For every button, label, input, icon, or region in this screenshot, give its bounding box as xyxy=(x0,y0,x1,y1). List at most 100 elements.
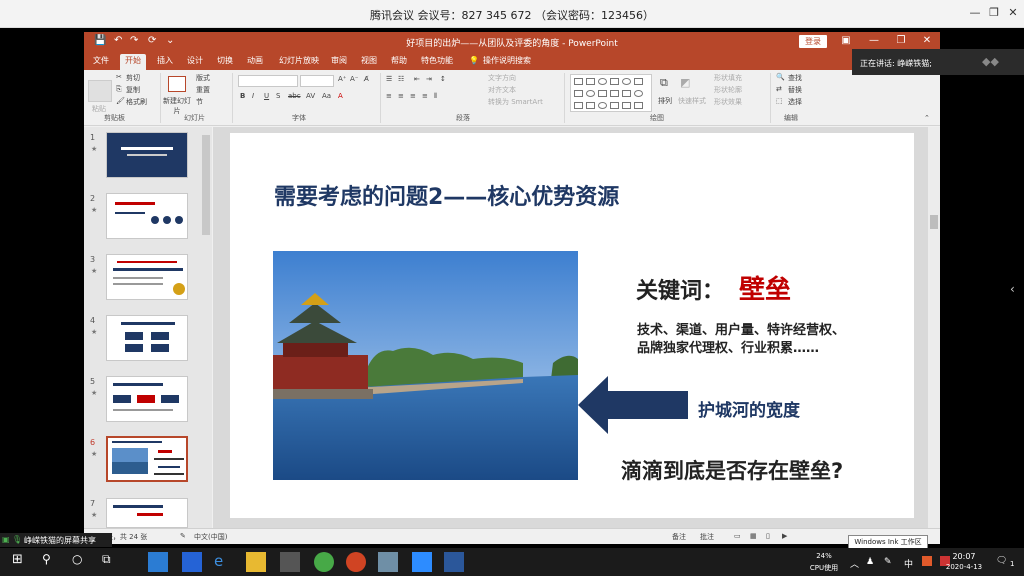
calculator-icon[interactable] xyxy=(280,552,300,572)
ime-indicator[interactable]: 中 xyxy=(904,557,913,570)
thumbnail-scrollbar[interactable] xyxy=(202,135,210,235)
tell-me-search[interactable]: 操作说明搜索 xyxy=(478,54,536,70)
current-slide[interactable]: 需要考虑的问题2——核心优势资源 关键词： 壁垒 技术、渠道、用户量、特许经营权… xyxy=(230,133,914,518)
font-name-combo[interactable] xyxy=(238,75,298,87)
cut-button[interactable]: 剪切 xyxy=(126,73,140,83)
cortana-icon[interactable]: ○ xyxy=(72,552,92,572)
powerpoint-taskbar-icon[interactable] xyxy=(346,552,366,572)
notification-icon[interactable]: 🗨 xyxy=(996,556,1007,566)
decrease-indent-icon[interactable]: ⇤ xyxy=(414,75,420,83)
section-button[interactable]: 节 xyxy=(196,97,203,107)
tab-insert[interactable]: 插入 xyxy=(152,54,178,70)
meeting-minimize-button[interactable]: — xyxy=(968,6,982,19)
copy-button[interactable]: 复制 xyxy=(126,85,140,95)
replace-icon[interactable]: ⇄ xyxy=(776,85,782,93)
justify-icon[interactable]: ≡ xyxy=(422,92,428,100)
reset-button[interactable]: 重置 xyxy=(196,85,210,95)
select-icon[interactable]: ⬚ xyxy=(776,97,783,105)
arrange-icon[interactable]: ⧉ xyxy=(660,76,668,90)
file-explorer-icon[interactable] xyxy=(246,552,266,572)
new-slide-icon[interactable] xyxy=(168,76,186,92)
tab-transitions[interactable]: 切换 xyxy=(212,54,238,70)
align-left-icon[interactable]: ≡ xyxy=(386,92,392,100)
shadow-icon[interactable]: S xyxy=(276,92,280,100)
comments-button[interactable]: 批注 xyxy=(700,532,714,542)
slide-thumbnail-4[interactable] xyxy=(106,315,188,361)
tab-home[interactable]: 开始 xyxy=(120,54,146,70)
tab-review[interactable]: 审阅 xyxy=(326,54,352,70)
copy-icon[interactable]: ⎘ xyxy=(116,85,122,94)
edge-browser-icon[interactable]: e xyxy=(214,552,234,572)
bold-icon[interactable]: B xyxy=(240,92,245,100)
cut-icon[interactable]: ✂ xyxy=(116,73,122,81)
editor-scrollbar[interactable] xyxy=(928,127,940,528)
office-app-icon[interactable] xyxy=(148,552,168,572)
format-painter-button[interactable]: 格式刷 xyxy=(126,97,147,107)
shape-effects-button[interactable]: 形状效果 xyxy=(714,97,742,107)
tab-view[interactable]: 视图 xyxy=(356,54,382,70)
slide-thumbnail-6-selected[interactable] xyxy=(106,436,188,482)
ppt-close-button[interactable]: ✕ xyxy=(920,35,934,46)
chevron-up-icon[interactable]: ︿ xyxy=(850,557,859,570)
spellcheck-icon[interactable]: ✎ xyxy=(180,532,186,540)
language-indicator[interactable]: 中文(中国) xyxy=(194,532,227,542)
paste-icon[interactable] xyxy=(88,80,112,102)
login-button[interactable]: 登录 xyxy=(799,35,827,48)
shape-fill-button[interactable]: 形状填充 xyxy=(714,73,742,83)
browser-360-icon[interactable] xyxy=(314,552,334,572)
char-spacing-icon[interactable]: AV xyxy=(306,92,315,100)
columns-icon[interactable]: ⫴ xyxy=(434,92,437,101)
quick-styles-icon[interactable]: ◩ xyxy=(680,76,690,89)
font-size-combo[interactable] xyxy=(300,75,334,87)
align-text-button[interactable]: 对齐文本 xyxy=(488,85,516,95)
sogou-input-icon[interactable] xyxy=(922,556,932,566)
italic-icon[interactable]: I xyxy=(252,92,254,100)
bullets-icon[interactable]: ☰ xyxy=(386,75,392,83)
ppt-restore-button[interactable]: ❐ xyxy=(894,35,908,46)
clock-date[interactable]: 2020-4-13 xyxy=(940,563,988,571)
calendar-app-icon[interactable] xyxy=(182,552,202,572)
collapse-ribbon-icon[interactable]: ⌃ xyxy=(924,114,930,122)
slide-thumbnail-2[interactable] xyxy=(106,193,188,239)
align-right-icon[interactable]: ≡ xyxy=(410,92,416,100)
numbering-icon[interactable]: ☷ xyxy=(398,75,404,83)
windows-start-icon[interactable]: ⊞ xyxy=(12,552,32,572)
chevron-left-icon[interactable]: ‹ xyxy=(1010,282,1015,296)
align-center-icon[interactable]: ≡ xyxy=(398,92,404,100)
meeting-close-button[interactable]: ✕ xyxy=(1006,6,1020,19)
font-color-icon[interactable]: A xyxy=(338,92,343,100)
strikethrough-icon[interactable]: abc xyxy=(288,92,301,100)
editor-scroll-thumb[interactable] xyxy=(930,215,938,229)
word-icon[interactable] xyxy=(444,552,464,572)
notes-button[interactable]: 备注 xyxy=(672,532,686,542)
quick-styles-button[interactable]: 快速样式 xyxy=(678,96,706,106)
layout-button[interactable]: 版式 xyxy=(196,73,210,83)
find-button[interactable]: 查找 xyxy=(788,73,802,83)
ppt-minimize-button[interactable]: — xyxy=(867,35,881,46)
smartart-button[interactable]: 转换为 SmartArt xyxy=(488,97,543,107)
tab-design[interactable]: 设计 xyxy=(182,54,208,70)
normal-view-icon[interactable]: ▭ xyxy=(734,532,741,540)
pen-icon[interactable]: ✎ xyxy=(884,557,892,567)
tab-featured[interactable]: 特色功能 xyxy=(416,54,458,70)
security-tray-icon[interactable]: ♟ xyxy=(866,557,874,567)
reading-view-icon[interactable]: ▯ xyxy=(766,532,770,540)
task-view-icon[interactable]: ⧉ xyxy=(102,552,122,572)
slide-sorter-icon[interactable]: ▦ xyxy=(750,532,757,540)
format-painter-icon[interactable]: 🖌 xyxy=(116,97,125,105)
photo-app-icon[interactable] xyxy=(378,552,398,572)
slide-thumbnail-1[interactable] xyxy=(106,132,188,178)
change-case-icon[interactable]: Aa xyxy=(322,92,331,100)
underline-icon[interactable]: U xyxy=(264,92,269,100)
text-direction-button[interactable]: 文字方向 xyxy=(488,73,516,83)
increase-indent-icon[interactable]: ⇥ xyxy=(426,75,432,83)
grow-font-icon[interactable]: A⁺ xyxy=(338,75,346,83)
replace-button[interactable]: 替换 xyxy=(788,85,802,95)
shape-outline-button[interactable]: 形状轮廓 xyxy=(714,85,742,95)
tencent-meeting-icon[interactable] xyxy=(412,552,432,572)
slideshow-view-icon[interactable]: ▶ xyxy=(782,532,787,540)
search-icon[interactable]: ⚲ xyxy=(42,552,62,572)
find-icon[interactable]: 🔍 xyxy=(776,73,785,81)
ribbon-display-options-icon[interactable]: ▣ xyxy=(839,35,853,46)
tab-slide-show[interactable]: 幻灯片放映 xyxy=(274,54,324,70)
